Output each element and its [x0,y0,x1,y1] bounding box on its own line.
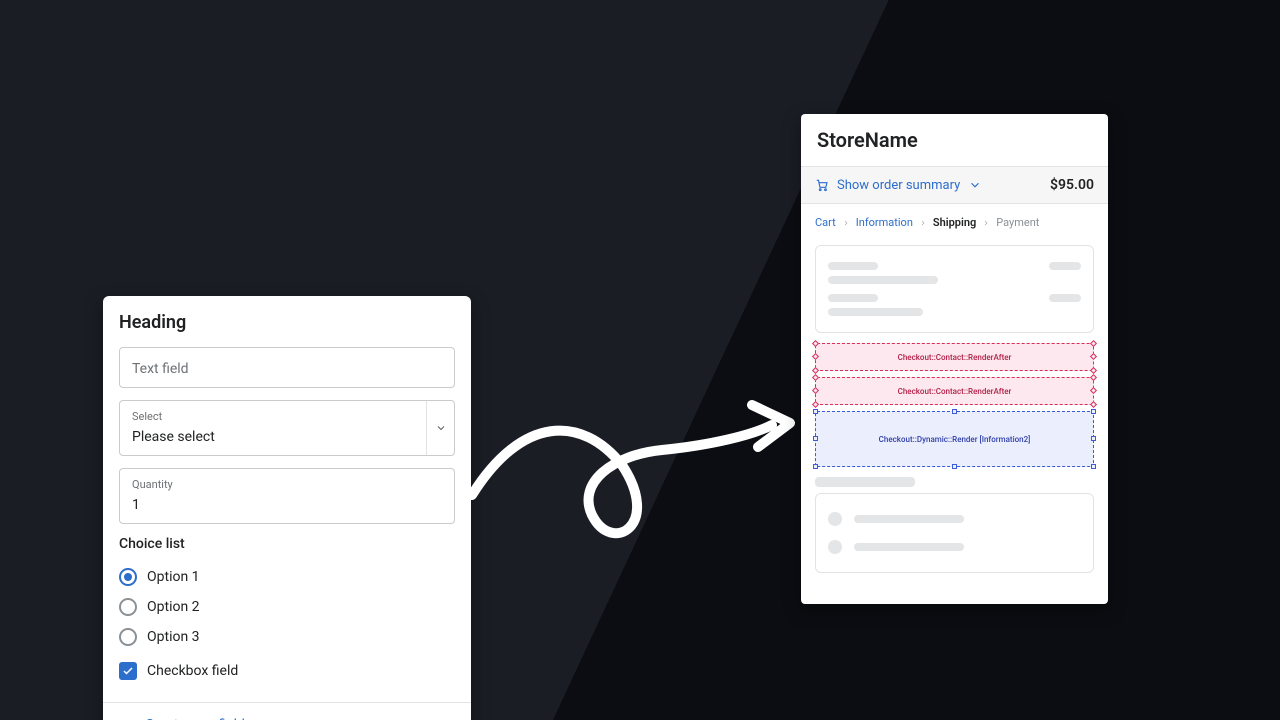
radio-icon [119,568,137,586]
option-label: Option 2 [147,599,200,615]
checkbox-label: Checkbox field [147,663,238,679]
skeleton-options-card [815,493,1094,573]
chevron-right-icon [842,219,850,227]
quantity-value: 1 [132,497,140,513]
chevron-right-icon [919,219,927,227]
breadcrumb-step[interactable]: Cart [815,216,836,229]
form-heading: Heading [119,312,455,333]
radio-option-1[interactable]: Option 1 [119,562,455,592]
breadcrumb-step[interactable]: Information [856,216,913,229]
order-total: $95.00 [1050,177,1094,193]
breadcrumb: Cart Information Shipping Payment [801,204,1108,241]
form-builder-card: Heading Text field Select Please select … [103,296,471,720]
chevron-down-icon [968,178,982,192]
choice-list-label: Choice list [119,536,455,552]
breadcrumb-step: Shipping [933,216,976,229]
option-label: Option 3 [147,629,200,645]
skeleton-review-card [815,245,1094,333]
cart-icon [815,178,829,192]
checkout-preview-card: StoreName Show order summary $95.00 Cart… [801,114,1108,604]
radio-option-3[interactable]: Option 3 [119,622,455,652]
checkbox-checked-icon [119,662,137,680]
extension-zone-contact-2[interactable]: Checkout::Contact::RenderAfter [815,377,1094,405]
quantity-label: Quantity [132,479,384,490]
radio-icon [119,628,137,646]
extension-zone-label: Checkout::Contact::RenderAfter [898,387,1012,396]
extension-zone-label: Checkout::Dynamic::Render [Information2] [879,435,1031,444]
radio-option-2[interactable]: Option 2 [119,592,455,622]
extension-zone-dynamic[interactable]: Checkout::Dynamic::Render [Information2] [815,411,1094,467]
checkbox-field[interactable]: Checkbox field [119,656,455,686]
radio-icon [119,598,137,616]
select-label: Select [132,411,215,422]
arrow-illustration [462,395,802,565]
order-summary-toggle[interactable]: Show order summary $95.00 [801,166,1108,204]
select-value: Please select [132,429,215,445]
text-field-placeholder: Text field [132,361,189,377]
skeleton-heading [815,477,915,487]
order-summary-label: Show order summary [837,178,960,193]
option-label: Option 1 [147,569,200,585]
text-field-input[interactable]: Text field [119,347,455,388]
breadcrumb-step: Payment [996,216,1039,229]
extension-zone-contact-1[interactable]: Checkout::Contact::RenderAfter [815,343,1094,371]
extension-zone-label: Checkout::Contact::RenderAfter [898,353,1012,362]
chevron-right-icon [982,219,990,227]
create-new-field-button[interactable]: Create new field [103,702,471,720]
quantity-stepper[interactable]: Quantity 1 [119,468,455,524]
chevron-down-icon [426,401,454,455]
select-input[interactable]: Select Please select [119,400,455,456]
store-name: StoreName [817,128,1092,152]
